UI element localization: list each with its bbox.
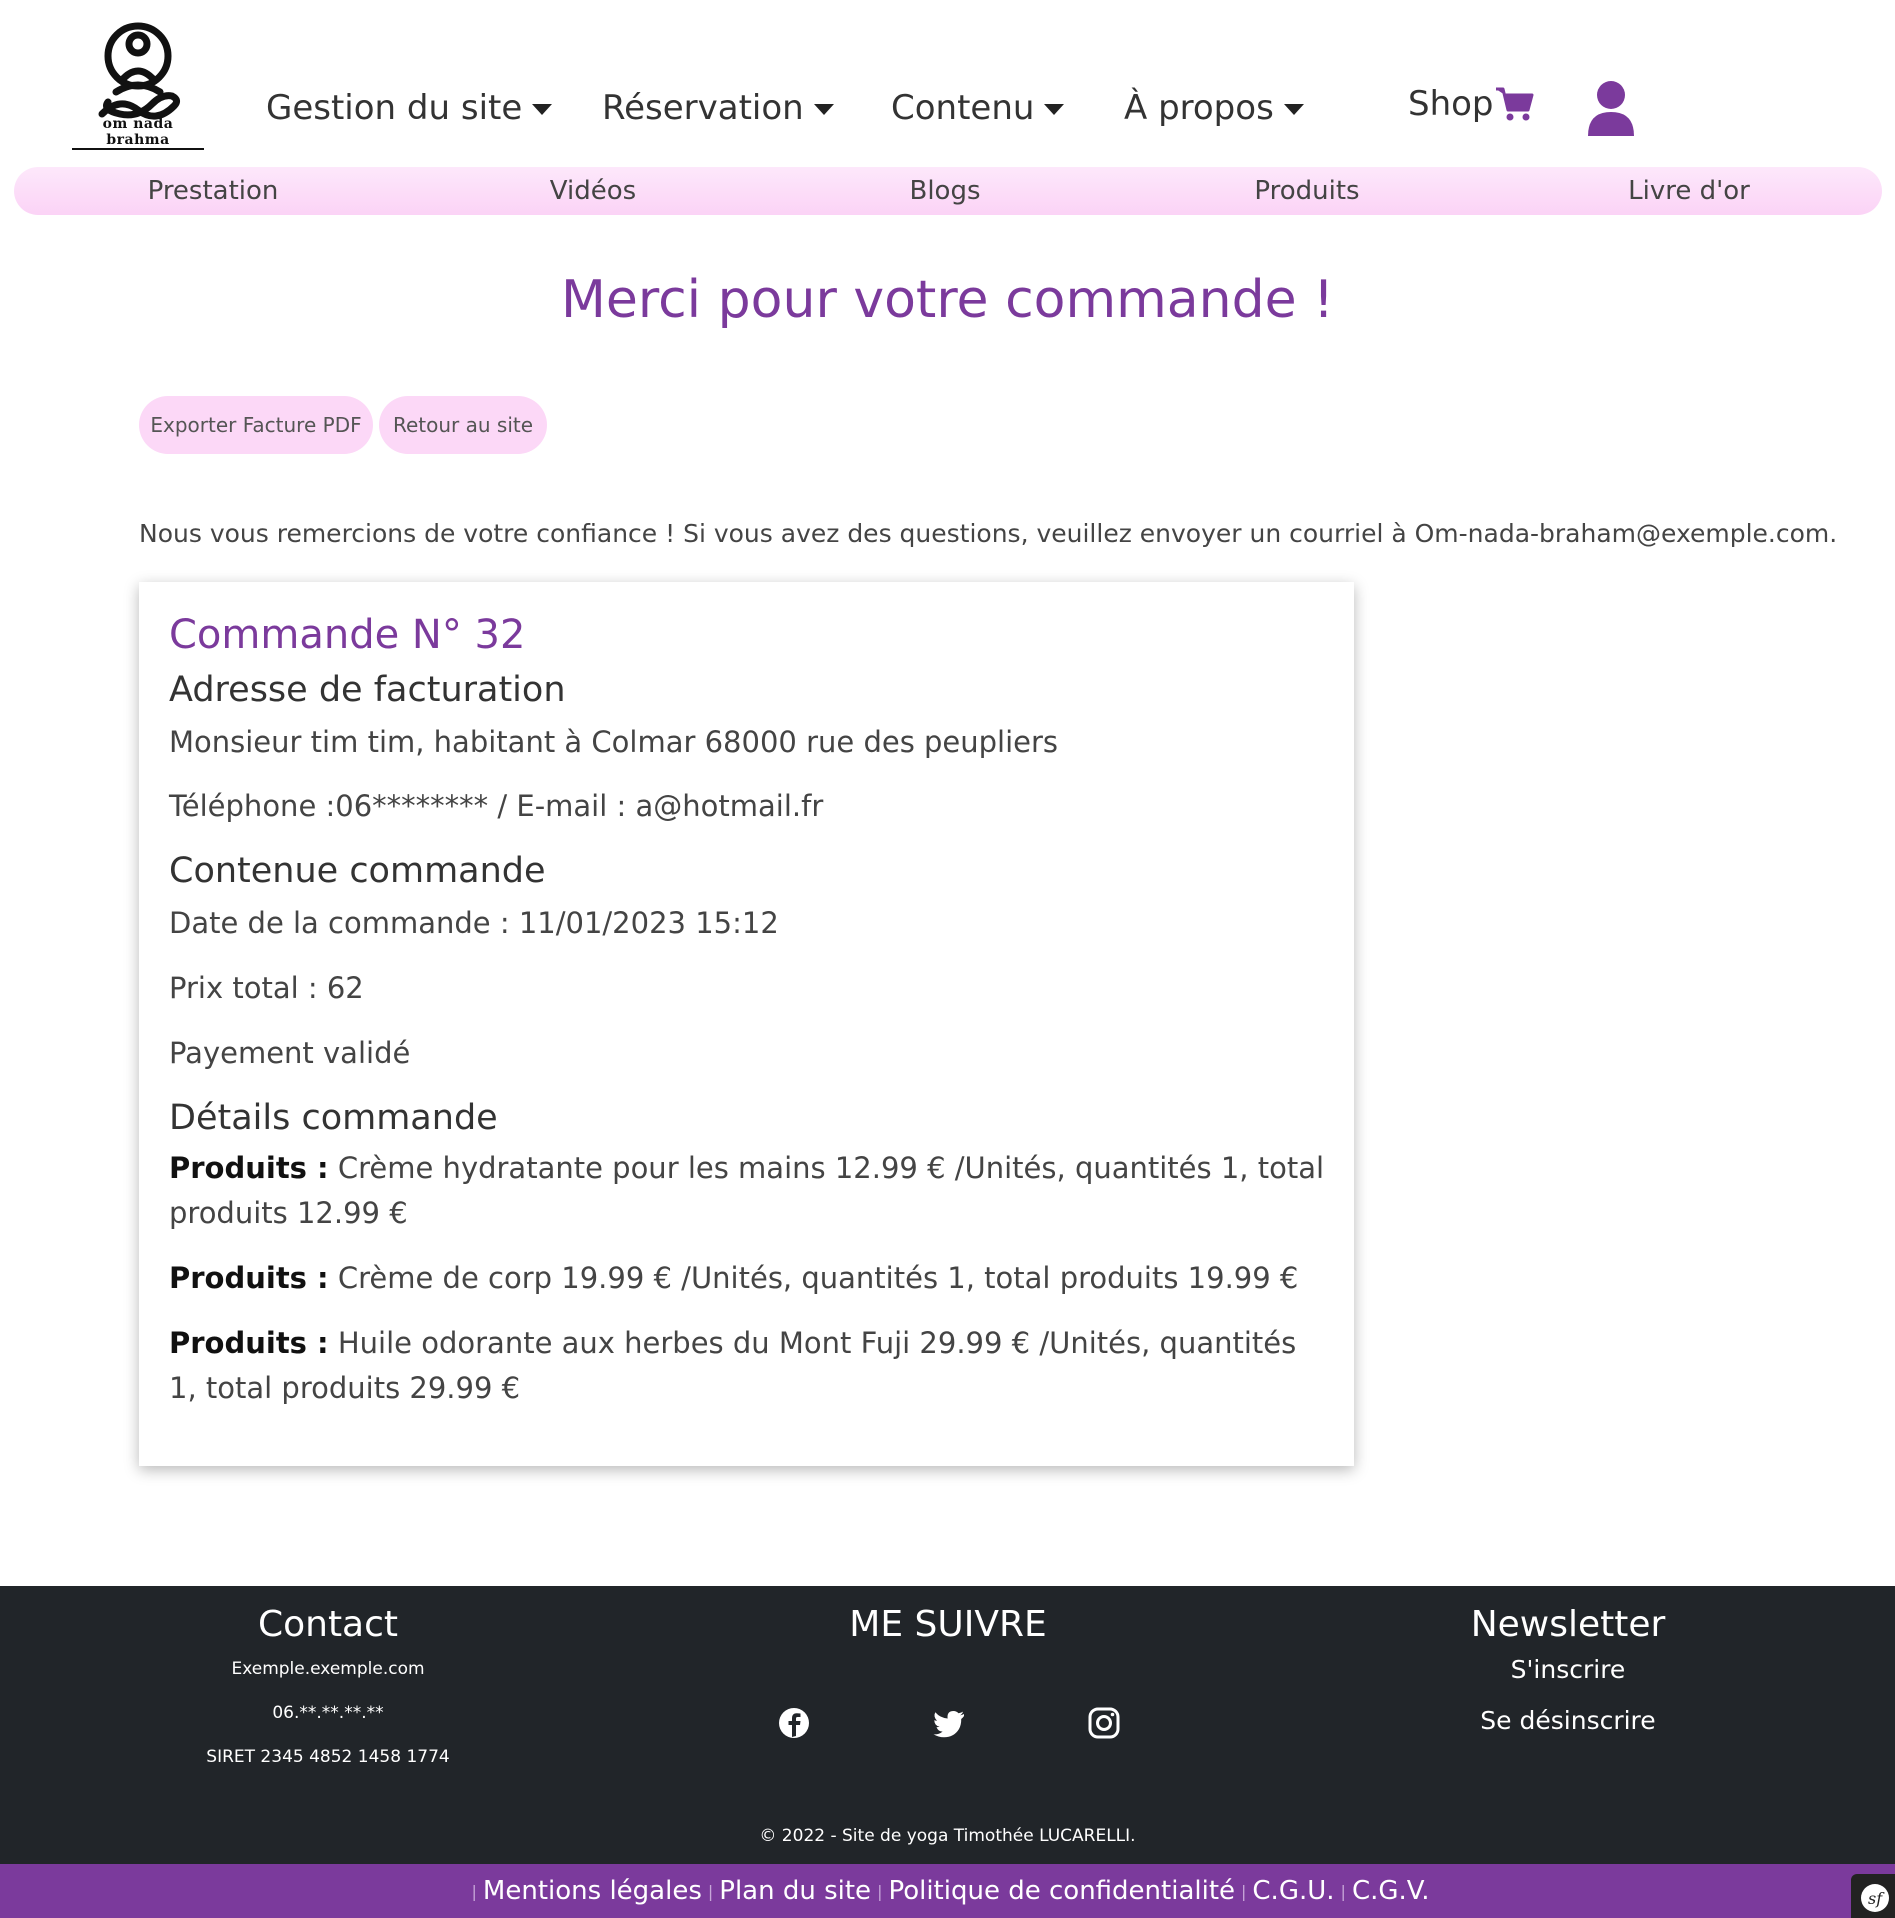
separator: | [1241, 1881, 1247, 1901]
billing-address: Monsieur tim tim, habitant à Colmar 6800… [169, 725, 1059, 759]
newsletter-subscribe-link[interactable]: S'inscrire [1471, 1655, 1666, 1684]
order-product-line: Produits : Huile odorante aux herbes du … [169, 1321, 1329, 1411]
subnav-blogs[interactable]: Blogs [909, 167, 980, 215]
nav-reservation[interactable]: Réservation [602, 88, 834, 128]
subnav-livre-dor[interactable]: Livre d'or [1628, 167, 1750, 215]
subnav-videos[interactable]: Vidéos [550, 167, 636, 215]
site-footer: Contact Exemple.exemple.com 06.**.**.**.… [0, 1586, 1895, 1864]
order-title: Commande N° 32 [169, 612, 526, 658]
legal-link-cgv[interactable]: C.G.V. [1352, 1876, 1430, 1906]
caret-down-icon [813, 103, 834, 115]
caret-down-icon [1283, 103, 1304, 115]
shop-label: Shop [1408, 84, 1494, 124]
site-header: om nada brahma Gestion du site Réservati… [0, 0, 1895, 165]
nav-gestion-du-site[interactable]: Gestion du site [266, 88, 553, 128]
nav-label: Gestion du site [266, 88, 523, 128]
nav-label: Réservation [602, 88, 804, 128]
product-label: Produits : [169, 1261, 329, 1295]
shop-link[interactable]: Shop [1408, 84, 1534, 124]
nav-label: À propos [1124, 88, 1274, 128]
subnav-produits[interactable]: Produits [1254, 167, 1359, 215]
nav-a-propos[interactable]: À propos [1124, 88, 1304, 128]
caret-down-icon [1044, 103, 1065, 115]
footer-phone: 06.**.**.**.** [272, 1703, 384, 1723]
export-pdf-button[interactable]: Exporter Facture PDF [139, 396, 373, 454]
product-description: Huile odorante aux herbes du Mont Fuji 2… [169, 1326, 1297, 1405]
legal-links: | Mentions légales | Plan du site | Poli… [0, 1864, 1895, 1918]
instagram-icon[interactable] [1087, 1706, 1121, 1740]
separator: | [877, 1881, 883, 1901]
payment-status: Payement validé [169, 1036, 411, 1070]
details-heading: Détails commande [169, 1098, 498, 1138]
product-description: Crème de corp 19.99 € /Unités, quantités… [328, 1261, 1299, 1295]
legal-links-bar: | Mentions légales | Plan du site | Poli… [0, 1864, 1895, 1918]
footer-email: Exemple.exemple.com [231, 1659, 425, 1679]
product-label: Produits : [169, 1326, 329, 1360]
separator: | [707, 1881, 714, 1901]
user-account-icon[interactable] [1586, 80, 1636, 138]
footer-siret: SIRET 2345 4852 1458 1774 [206, 1747, 450, 1767]
legal-link-mentions[interactable]: Mentions légales [483, 1876, 702, 1906]
secondary-nav: Prestation Vidéos Blogs Produits Livre d… [14, 167, 1882, 215]
order-date: Date de la commande : 11/01/2023 15:12 [169, 906, 779, 940]
legal-link-politique[interactable]: Politique de confidentialité [888, 1876, 1235, 1906]
separator: | [1340, 1881, 1346, 1901]
subnav-prestation[interactable]: Prestation [148, 167, 279, 215]
footer-newsletter-title: Newsletter [1470, 1604, 1666, 1645]
caret-down-icon [532, 103, 553, 115]
order-product-line: Produits : Crème de corp 19.99 € /Unités… [169, 1256, 1329, 1301]
copyright-text: © 2022 - Site de yoga Timothée LUCARELLI… [759, 1826, 1136, 1846]
product-description: Crème hydratante pour les mains 12.99 € … [169, 1151, 1325, 1230]
separator: | [471, 1881, 477, 1901]
back-to-site-button[interactable]: Retour au site [379, 396, 547, 454]
page-title: Merci pour votre commande ! [561, 270, 1334, 330]
order-total: Prix total : 62 [169, 971, 364, 1005]
billing-heading: Adresse de facturation [169, 670, 566, 710]
twitter-icon[interactable] [932, 1706, 966, 1740]
symfony-debug-icon[interactable]: sf [1851, 1874, 1895, 1918]
newsletter-unsubscribe-link[interactable]: Se désinscrire [1471, 1706, 1666, 1735]
order-card: Commande N° 32 Adresse de facturation Mo… [139, 582, 1354, 1466]
nav-contenu[interactable]: Contenu [891, 88, 1065, 128]
order-product-line: Produits : Crème hydratante pour les mai… [169, 1146, 1329, 1236]
content-heading: Contenue commande [169, 851, 546, 891]
product-label: Produits : [169, 1151, 329, 1185]
footer-contact-title: Contact [257, 1604, 399, 1645]
legal-link-cgu[interactable]: C.G.U. [1252, 1876, 1334, 1906]
footer-follow-title: ME SUIVRE [849, 1604, 1047, 1645]
facebook-icon[interactable] [777, 1706, 811, 1740]
footer-newsletter: Newsletter S'inscrire Se désinscrire [1471, 1586, 1666, 1735]
billing-contact: Téléphone :06******** / E-mail : a@hotma… [169, 789, 824, 823]
nav-label: Contenu [891, 88, 1035, 128]
thank-you-message: Nous vous remercions de votre confiance … [139, 519, 1838, 548]
shopping-cart-icon [1495, 87, 1534, 121]
footer-follow: ME SUIVRE [849, 1586, 1046, 1645]
footer-contact: Contact Exemple.exemple.com 06.**.**.**.… [206, 1586, 449, 1767]
legal-link-plan-du-site[interactable]: Plan du site [719, 1876, 871, 1906]
